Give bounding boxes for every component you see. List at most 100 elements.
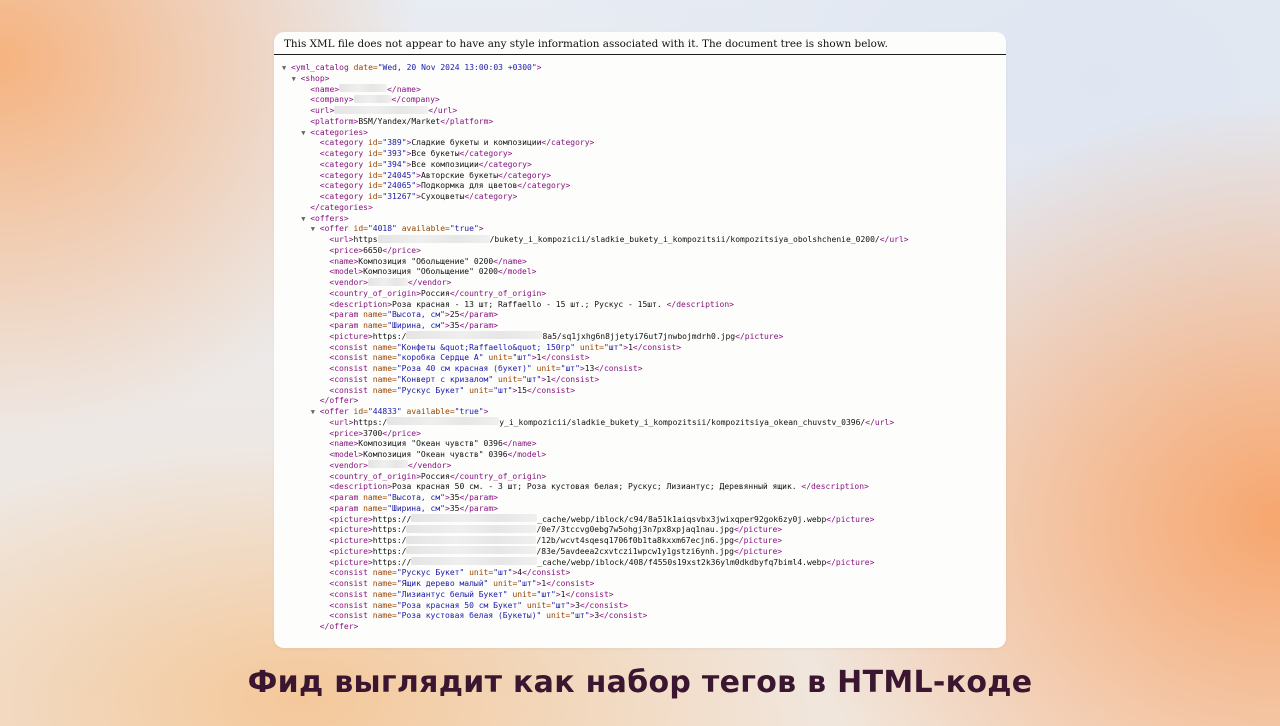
xml-attr-value: "Высота, см": [387, 310, 445, 320]
xml-tag: <model>: [329, 267, 364, 277]
xml-attr-name: id=: [353, 407, 368, 416]
xml-tag: <platform>: [310, 116, 359, 126]
xml-node-line: <company> </company>: [282, 94, 1006, 106]
xml-text: 13: [584, 364, 595, 373]
collapse-triangle-icon[interactable]: ▼: [311, 224, 320, 235]
xml-tag: <category: [319, 149, 368, 158]
xml-attr-name: id=: [367, 170, 383, 180]
xml-tag: <category: [319, 159, 368, 169]
xml-tag: </model>: [497, 267, 537, 277]
xml-tag: <category: [319, 192, 368, 201]
xml-tag: <param: [329, 321, 364, 330]
xml-node-expandable[interactable]: ▼ <offer id="44833" available="true">: [282, 407, 1006, 418]
collapse-triangle-icon[interactable]: ▼: [301, 214, 310, 225]
collapse-triangle-icon[interactable]: ▼: [292, 74, 301, 85]
xml-attr-name: id=: [367, 159, 383, 169]
xml-text: https://: [372, 514, 412, 524]
xml-text: https: [353, 235, 378, 244]
xml-attr-value: "Конверт с кризалом": [396, 374, 498, 384]
xml-node-line: <consist name="коробка Сердце А" unit="ш…: [282, 353, 1006, 364]
xml-attr-value: "Роза красная 50 см Букет": [396, 600, 527, 610]
xml-node-line: <vendor> </vendor>: [282, 277, 1006, 289]
xml-text: Композиция "Обольщение" 0200: [358, 256, 494, 266]
xml-tag: </vendor>: [407, 460, 452, 470]
xml-node-expandable[interactable]: ▼ <offers>: [282, 214, 1006, 225]
xml-node-line: <description>Роза красная 50 см. - 3 шт;…: [282, 482, 1006, 493]
xml-tag: <url>: [310, 106, 335, 115]
xml-tag: <category: [319, 181, 368, 191]
xml-tag: </picture>: [733, 525, 783, 535]
collapse-triangle-icon[interactable]: ▼: [311, 407, 320, 418]
xml-text: Россия: [420, 288, 450, 298]
xml-node-expandable[interactable]: ▼ <shop>: [282, 74, 1006, 85]
xml-node-expandable[interactable]: ▼ <yml_catalog date="Wed, 20 Nov 2024 13:…: [282, 63, 1006, 74]
xml-text: https:/: [372, 331, 407, 341]
xml-tag: <picture>: [329, 557, 373, 567]
xml-node-line: <consist name="Лизиантус белый Букет" un…: [282, 590, 1006, 601]
xml-tag: <yml_catalog: [291, 63, 354, 72]
xml-node-line: <consist name="Рускус Букет" unit="шт">4…: [282, 568, 1006, 579]
xml-attr-value: "шт": [560, 364, 580, 373]
xml-node-line: <category id="394">Все композиции</categ…: [282, 160, 1006, 171]
xml-tag: <consist: [329, 568, 373, 578]
xml-tag: <country_of_origin>: [329, 471, 421, 481]
xml-attr-name: available=: [401, 224, 450, 234]
xml-node-line: <model>Композиция "Обольщение" 0200</mod…: [282, 267, 1006, 278]
collapse-triangle-icon[interactable]: ▼: [301, 128, 310, 139]
xml-attr-value: "шт": [570, 611, 590, 621]
xml-tag: </consist>: [526, 385, 576, 395]
xml-text: Композиция "Океан чувств" 0396: [363, 450, 508, 459]
xml-tag: <picture>: [329, 536, 373, 545]
xml-tag: <param: [329, 310, 364, 320]
collapse-triangle-icon[interactable]: ▼: [282, 63, 291, 74]
xml-node-line: </offer>: [282, 622, 1006, 633]
xml-tag: <price>: [329, 428, 364, 438]
xml-tag: </param>: [459, 310, 498, 320]
xml-tag: <country_of_origin>: [329, 288, 421, 298]
xml-tag: <consist: [329, 385, 373, 395]
xml-attr-name: name=: [372, 611, 397, 621]
xml-attr-value: "шт": [536, 589, 556, 599]
xml-attr-value: "шт": [493, 568, 513, 578]
xml-tag: >: [483, 407, 489, 416]
xml-tag: <url>: [329, 417, 354, 427]
xml-node-line: <consist name="Ящик дерево малый" unit="…: [282, 579, 1006, 590]
xml-tag: <consist: [329, 600, 373, 610]
xml-node-expandable[interactable]: ▼ <categories>: [282, 128, 1006, 139]
xml-tag: <offer: [319, 224, 354, 234]
xml-tag: </model>: [507, 450, 547, 459]
xml-attr-name: name=: [372, 342, 397, 352]
xml-node-line: <consist name="Роза 40 см красная (букет…: [282, 364, 1006, 375]
xml-attr-value: "шт": [603, 342, 624, 352]
xml-attr-name: id=: [353, 224, 368, 234]
xml-tag: <description>: [329, 299, 393, 309]
xml-attr-name: unit=: [536, 364, 561, 373]
xml-attr-name: id=: [367, 181, 383, 191]
xml-tag: <consist: [329, 611, 373, 621]
xml-tag: </country_of_origin>: [449, 471, 547, 481]
xml-node-expandable[interactable]: ▼ <offer id="4018" available="true">: [282, 224, 1006, 235]
xml-attr-name: date=: [353, 63, 378, 72]
xml-attr-value: "31267": [382, 192, 417, 201]
xml-node-line: <picture>https:/ /12b/wcvt4sqesq1706f0b1t…: [282, 535, 1006, 547]
xml-text: _cache/webp/iblock/408/f4550s19xst2k36yl…: [537, 557, 827, 567]
xml-text: https:/: [372, 525, 407, 535]
xml-tag: </categories>: [310, 202, 373, 212]
xml-attr-name: unit=: [469, 568, 494, 578]
xml-attr-value: "393": [382, 149, 407, 158]
xml-tag: </consist>: [522, 568, 571, 578]
xml-tag: </consist>: [599, 611, 648, 621]
xml-attr-value: "389": [382, 138, 407, 148]
redacted-value: [406, 524, 537, 533]
xml-tag: </picture>: [733, 536, 783, 545]
xml-text: https:/: [353, 417, 388, 427]
xml-text: https:/: [372, 546, 407, 556]
xml-tag: <consist: [329, 374, 373, 384]
xml-tag: </consist>: [551, 374, 600, 384]
xml-attr-name: unit=: [469, 385, 494, 395]
xml-node-line: <category id="393">Все букеты</category>: [282, 149, 1006, 160]
xml-attr-name: name=: [372, 589, 397, 599]
xml-tag: </param>: [459, 493, 498, 502]
xml-attr-name: unit=: [579, 342, 604, 352]
xml-attr-name: id=: [367, 149, 383, 158]
